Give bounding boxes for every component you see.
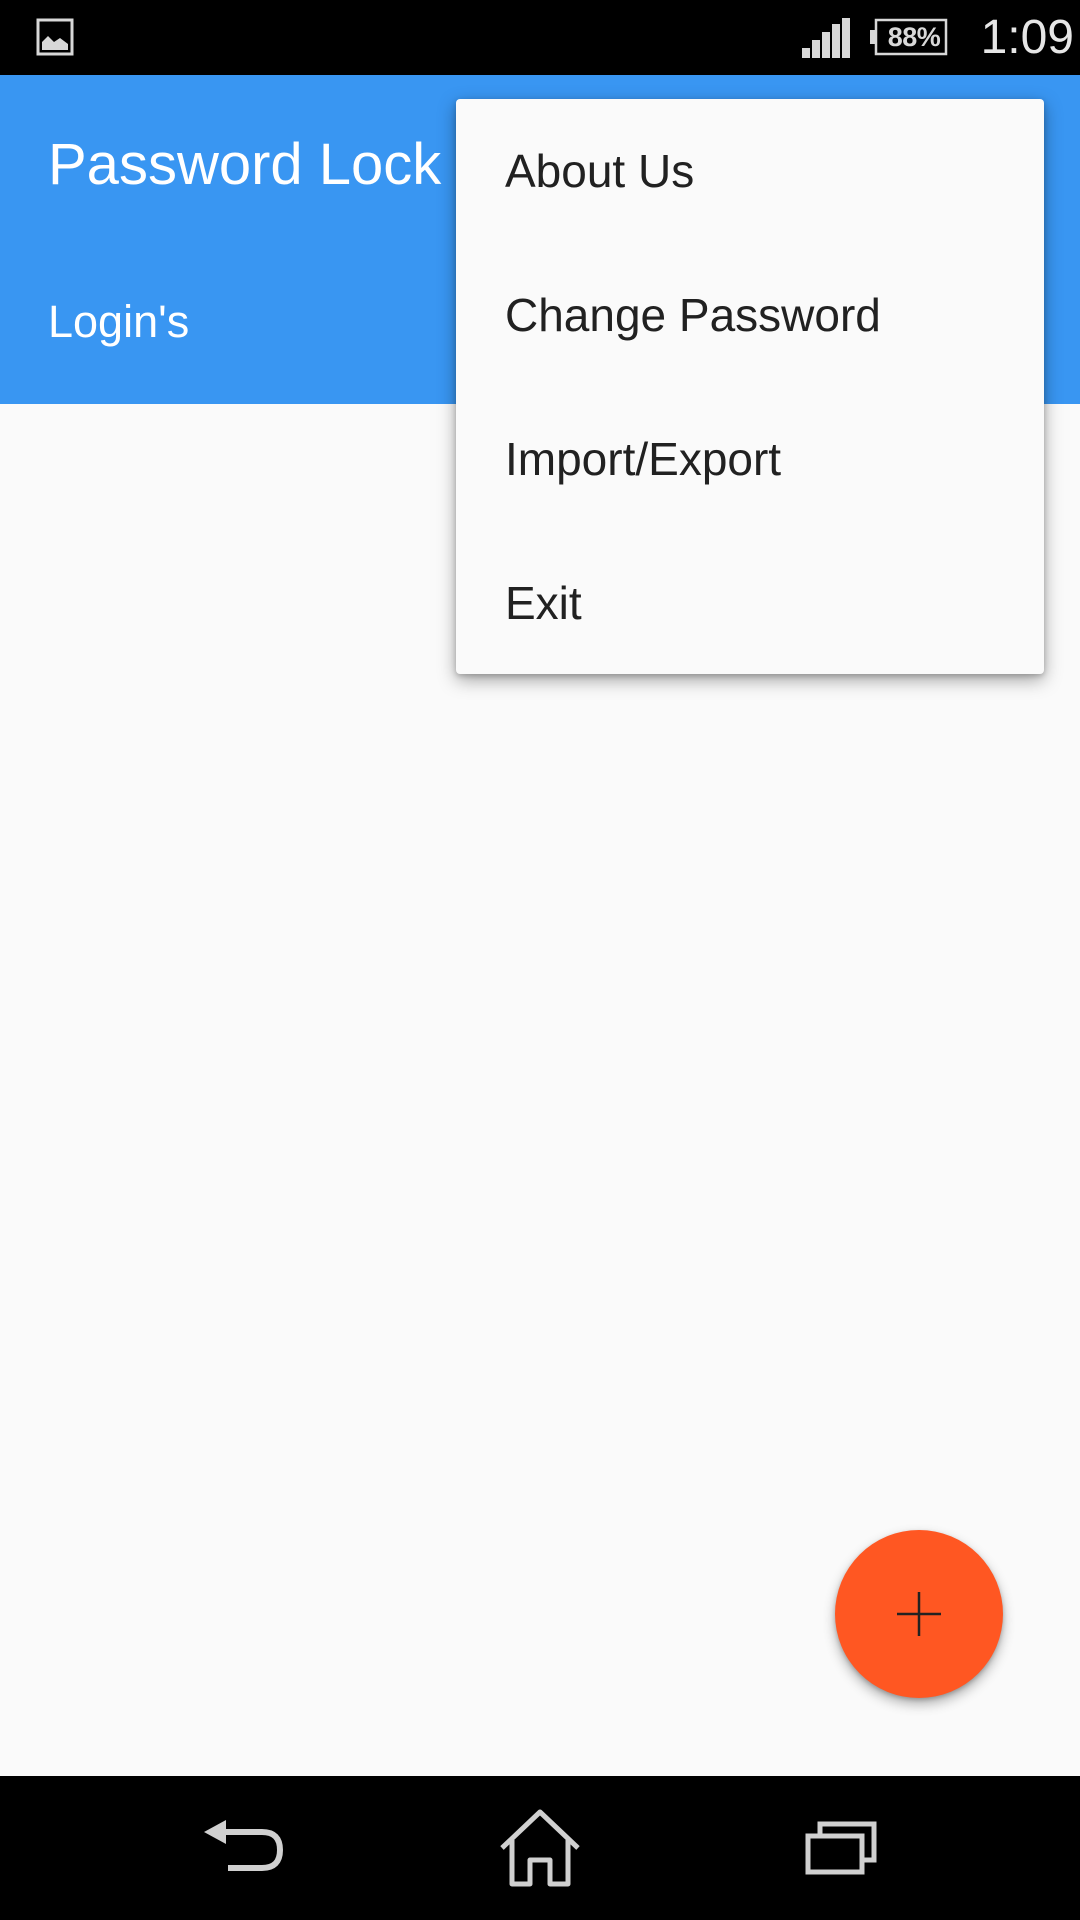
menu-item-label: About Us — [505, 145, 695, 197]
home-icon — [500, 1809, 580, 1887]
image-icon — [36, 18, 74, 56]
add-login-button[interactable] — [835, 1530, 1003, 1698]
overflow-menu: About Us Change Password Import/Export E… — [456, 99, 1044, 674]
battery-level: 88% — [887, 22, 941, 52]
home-button[interactable] — [480, 1796, 600, 1896]
tab-logins[interactable]: Login's — [48, 287, 189, 357]
menu-item-label: Change Password — [505, 289, 881, 341]
app-title: Password Lock — [48, 132, 442, 197]
back-icon — [204, 1820, 284, 1871]
navigation-bar — [0, 1776, 1080, 1920]
menu-item-change-password[interactable]: Change Password — [456, 243, 1044, 387]
battery-indicator: 88% — [868, 18, 948, 56]
signal-icon — [802, 18, 850, 58]
menu-item-label: Exit — [505, 577, 582, 629]
menu-item-import-export[interactable]: Import/Export — [456, 387, 1044, 531]
status-bar: 88% 1:09 — [0, 0, 1080, 75]
menu-item-label: Import/Export — [505, 433, 782, 485]
recents-button[interactable] — [780, 1796, 900, 1896]
menu-item-exit[interactable]: Exit — [456, 531, 1044, 675]
menu-item-about-us[interactable]: About Us — [456, 99, 1044, 243]
status-time: 1:09 — [980, 11, 1074, 64]
back-button[interactable] — [182, 1796, 302, 1896]
plus-icon — [897, 1592, 941, 1636]
recents-icon — [805, 1821, 877, 1875]
